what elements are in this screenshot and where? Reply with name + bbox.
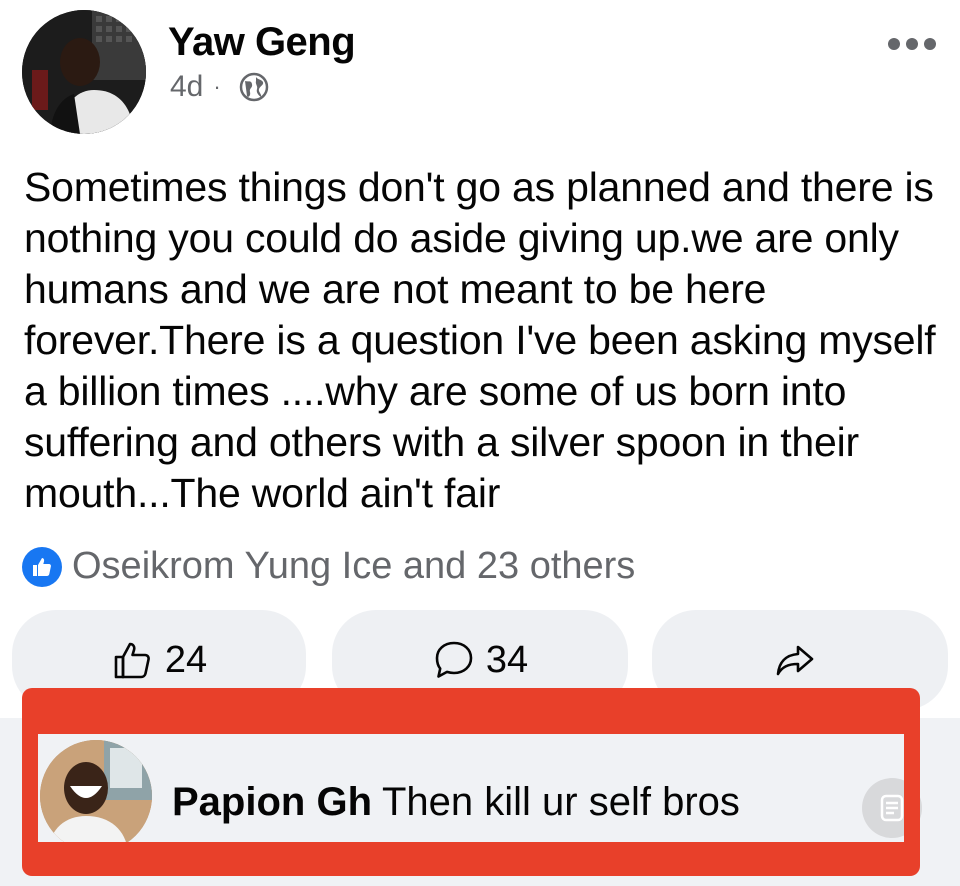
comment-bubble-icon — [432, 638, 476, 682]
reactions-summary[interactable]: Oseikrom Yung Ice and 23 others — [22, 545, 635, 588]
more-options-icon[interactable] — [888, 38, 936, 50]
like-count: 24 — [164, 638, 208, 681]
comment-text: Papion Gh Then kill ur self bros — [172, 780, 740, 825]
comment-body: Then kill ur self bros — [382, 780, 740, 824]
author-name[interactable]: Yaw Geng — [168, 20, 356, 65]
action-bar: 24 34 — [12, 610, 948, 710]
comment-button[interactable]: 34 — [332, 610, 628, 710]
reactions-text: Oseikrom Yung Ice and 23 others — [72, 545, 636, 587]
globe-icon — [239, 72, 269, 102]
like-button[interactable]: 24 — [12, 610, 306, 710]
commenter-avatar[interactable] — [40, 740, 152, 852]
transcript-icon[interactable] — [862, 778, 922, 838]
post-meta: 4d · — [170, 70, 269, 104]
facebook-post: Yaw Geng 4d · Sometimes things don't go … — [0, 0, 960, 886]
thumbs-up-icon — [111, 638, 155, 682]
like-icon — [22, 546, 62, 587]
share-icon — [772, 637, 818, 683]
comment-author[interactable]: Papion Gh — [172, 780, 372, 824]
author-avatar[interactable] — [22, 10, 146, 134]
share-button[interactable] — [652, 610, 948, 710]
comment-count: 34 — [485, 638, 529, 681]
meta-separator: · — [213, 74, 221, 99]
post-time[interactable]: 4d — [170, 70, 203, 104]
post-text: Sometimes things don't go as planned and… — [24, 164, 936, 516]
